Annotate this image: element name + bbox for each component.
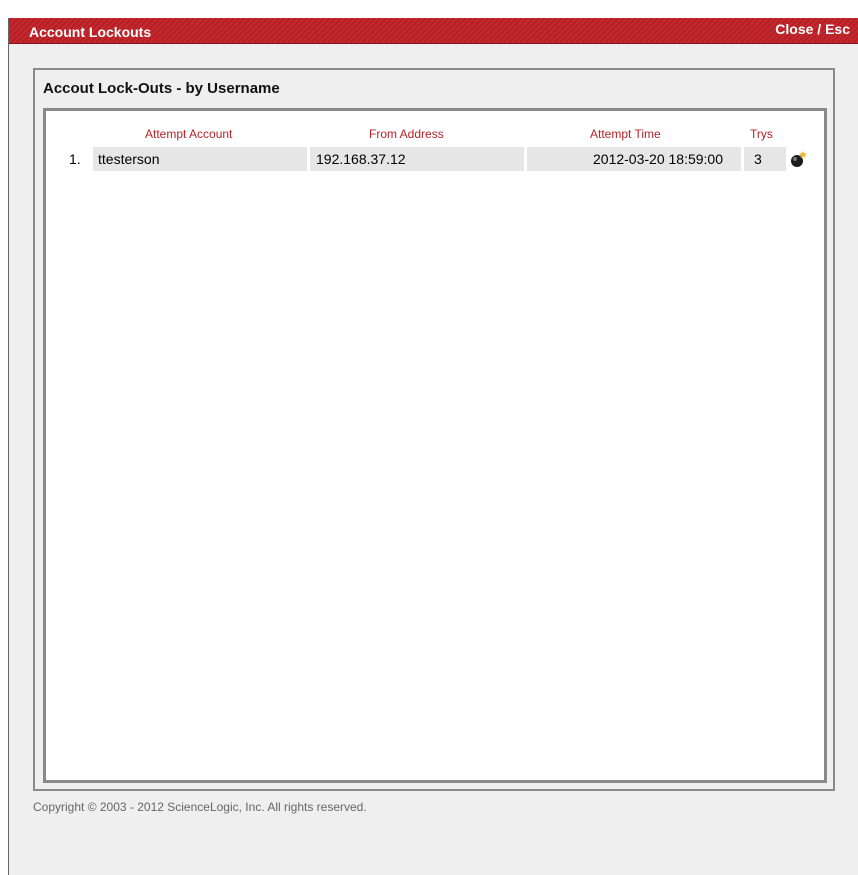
bomb-icon[interactable] [789,150,809,168]
copyright-footer: Copyright © 2003 - 2012 ScienceLogic, In… [33,800,367,814]
cell-trys: 3 [744,147,786,171]
title-bar: Account Lockouts Close / Esc [9,18,858,44]
cell-from-address: 192.168.37.12 [310,147,524,171]
column-header-from-address[interactable]: From Address [369,127,444,141]
close-button[interactable]: Close / Esc [775,21,850,37]
column-header-trys[interactable]: Trys [750,127,773,141]
cell-attempt-time: 2012-03-20 18:59:00 [527,147,741,171]
column-header-attempt-account[interactable]: Attempt Account [145,127,232,141]
window-title: Account Lockouts [29,24,152,40]
column-header-attempt-time[interactable]: Attempt Time [590,127,661,141]
lockouts-table [43,108,827,783]
panel-title: Accout Lock-Outs - by Username [43,80,280,97]
cell-attempt-account: ttesterson [93,147,307,171]
row-number: 1. [69,151,81,167]
